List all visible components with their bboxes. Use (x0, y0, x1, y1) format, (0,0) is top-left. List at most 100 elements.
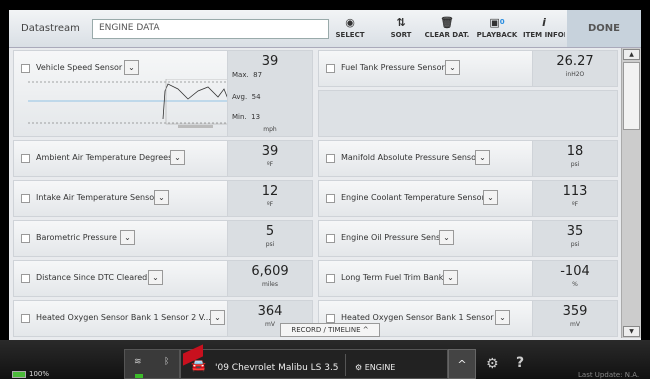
value-panel: 26.27 inH2O (532, 51, 617, 86)
chevron-down-icon[interactable]: ⌄ (120, 230, 135, 245)
clear-data-button[interactable]: 🗑 CLEAR DAT. (423, 13, 471, 45)
value-panel: 35 psi (532, 221, 617, 256)
status-bar: 100% ≋ ᛒ 🚘 '09 Chevrolet Malibu LS 3.5 ⚙… (0, 340, 650, 379)
pid-checkbox[interactable] (326, 154, 335, 163)
pid-value: 359 (562, 304, 588, 319)
engine-icon: ⚙ (355, 363, 363, 372)
pid-checkbox[interactable] (21, 64, 30, 73)
value-panel: 39 ºF (227, 141, 312, 176)
expand-up-button[interactable]: ^ (448, 349, 476, 379)
pid-row[interactable]: Engine Coolant Temperature Sensor ⌄ 113 … (318, 180, 618, 217)
pid-checkbox[interactable] (21, 314, 30, 323)
signal-indicator (135, 374, 143, 378)
pid-row-vehicle-speed[interactable]: Vehicle Speed Sensor ⌄ 39 Max. 87 Avg. 5… (13, 50, 313, 137)
item-info-button[interactable]: i ITEM INFOR (523, 13, 565, 45)
pid-checkbox[interactable] (326, 274, 335, 283)
pid-value: 6,609 (251, 264, 289, 279)
value-panel: 5 psi (227, 221, 312, 256)
pid-label: Heated Oxygen Sensor Bank 1 Sensor 1 (341, 313, 502, 322)
pid-checkbox[interactable] (21, 194, 30, 203)
datastream-field[interactable]: ENGINE DATA (92, 19, 329, 39)
pid-unit: miles (262, 281, 278, 288)
pid-label: Intake Air Temperature Sensor (36, 193, 158, 202)
datastream-label: Datastream (21, 23, 80, 34)
pid-checkbox[interactable] (21, 234, 30, 243)
pid-value: 5 (265, 224, 275, 239)
pid-checkbox[interactable] (21, 274, 30, 283)
pid-row[interactable]: Barometric Pressure ⌄ 5 psi (13, 220, 313, 257)
pid-label: Heated Oxygen Sensor Bank 1 Sensor 2 V..… (36, 313, 211, 322)
chevron-down-icon[interactable]: ⌄ (439, 230, 454, 245)
pid-value: 18 (566, 144, 584, 159)
pid-row[interactable]: Manifold Absolute Pressure Sensor ⌄ 18 p… (318, 140, 618, 177)
chevron-down-icon[interactable]: ⌄ (170, 150, 185, 165)
chevron-down-icon[interactable]: ⌄ (475, 150, 490, 165)
pid-checkbox[interactable] (326, 194, 335, 203)
empty-slot (318, 90, 618, 137)
pid-label: Fuel Tank Pressure Sensor (341, 63, 445, 72)
pid-row[interactable]: Distance Since DTC Cleared ⌄ 6,609 miles (13, 260, 313, 297)
record-timeline-tab[interactable]: RECORD / TIMELINE ^ (280, 323, 380, 337)
sort-button[interactable]: ⇅ SORT (381, 13, 421, 45)
pid-row[interactable]: Ambient Air Temperature Degrees ⌄ 39 ºF (13, 140, 313, 177)
trash-icon: 🗑 (440, 15, 454, 29)
value-panel: 39 Max. 87 Avg. 54 Min. 13 mph (227, 51, 312, 136)
pid-label: Distance Since DTC Cleared (36, 273, 148, 282)
pid-label: Engine Oil Pressure Sensor (341, 233, 449, 242)
chevron-down-icon[interactable]: ⌄ (445, 60, 460, 75)
value-panel: 12 ºF (227, 181, 312, 216)
pid-checkbox[interactable] (326, 64, 335, 73)
pid-row[interactable]: Intake Air Temperature Sensor ⌄ 12 ºF (13, 180, 313, 217)
chevron-down-icon[interactable]: ⌄ (210, 310, 225, 325)
scroll-thumb[interactable] (623, 62, 640, 130)
vertical-scrollbar[interactable]: ▲ ▼ (621, 48, 641, 338)
min-stat: Min. 13 (232, 113, 261, 121)
pid-value: 35 (566, 224, 584, 239)
gear-icon[interactable]: ⚙ (486, 356, 499, 372)
pid-label: Vehicle Speed Sensor (36, 63, 123, 72)
pid-value: 113 (562, 184, 588, 199)
chevron-down-icon[interactable]: ⌄ (124, 60, 139, 75)
help-button[interactable]: ? (516, 355, 524, 371)
pid-row[interactable]: Engine Oil Pressure Sensor ⌄ 35 psi (318, 220, 618, 257)
datastream-list: Vehicle Speed Sensor ⌄ 39 Max. 87 Avg. 5… (9, 48, 641, 340)
pid-row[interactable]: Long Term Fuel Trim Bank 2 ⌄ -104 % (318, 260, 618, 297)
target-icon: ◉ (345, 15, 355, 29)
pid-label: Engine Coolant Temperature Sensor (341, 193, 485, 202)
playback-button[interactable]: ▣ 0 PLAYBACK (473, 13, 521, 45)
pid-checkbox[interactable] (326, 314, 335, 323)
pid-value: 12 (261, 184, 279, 199)
pid-unit: inH2O (565, 71, 585, 78)
pid-row[interactable]: Fuel Tank Pressure Sensor ⌄ 26.27 inH2O (318, 50, 618, 87)
bluetooth-icon: ᛒ (164, 357, 170, 367)
pid-unit: ºF (266, 201, 274, 208)
done-button[interactable]: DONE (567, 10, 641, 47)
last-update-text: Last Update: N.A. (578, 371, 640, 379)
pid-checkbox[interactable] (21, 154, 30, 163)
pid-value: 39 (261, 144, 279, 159)
pid-label: Long Term Fuel Trim Bank 2 (341, 273, 452, 282)
toolbar: Datastream ENGINE DATA ◉ SELECT ⇅ SORT 🗑… (9, 10, 641, 48)
max-stat: Max. 87 (232, 71, 263, 79)
pid-unit: mph (263, 126, 277, 133)
module-label: ⚙ ENGINE (355, 363, 396, 372)
value-panel: -104 % (532, 261, 617, 296)
pid-unit: mV (570, 321, 580, 328)
chevron-down-icon[interactable]: ⌄ (154, 190, 169, 205)
pid-value: -104 (560, 264, 590, 279)
scroll-down-button[interactable]: ▼ (623, 326, 640, 337)
chevron-down-icon[interactable]: ⌄ (148, 270, 163, 285)
pid-row[interactable]: Heated Oxygen Sensor Bank 1 Sensor 2 V..… (13, 300, 313, 337)
chevron-down-icon[interactable]: ⌄ (495, 310, 510, 325)
pid-checkbox[interactable] (326, 234, 335, 243)
scroll-up-button[interactable]: ▲ (623, 49, 640, 60)
right-column: Fuel Tank Pressure Sensor ⌄ 26.27 inH2O … (318, 50, 618, 340)
playback-icon: ▣ 0 (489, 15, 505, 29)
value-panel: 359 mV (532, 301, 617, 336)
vehicle-panel[interactable]: 🚘 '09 Chevrolet Malibu LS 3.5 ⚙ ENGINE (180, 349, 448, 379)
select-button[interactable]: ◉ SELECT (331, 13, 369, 45)
chevron-down-icon[interactable]: ⌄ (483, 190, 498, 205)
pid-label: Barometric Pressure (36, 233, 117, 242)
chevron-down-icon[interactable]: ⌄ (443, 270, 458, 285)
pid-value: 364 (257, 304, 283, 319)
